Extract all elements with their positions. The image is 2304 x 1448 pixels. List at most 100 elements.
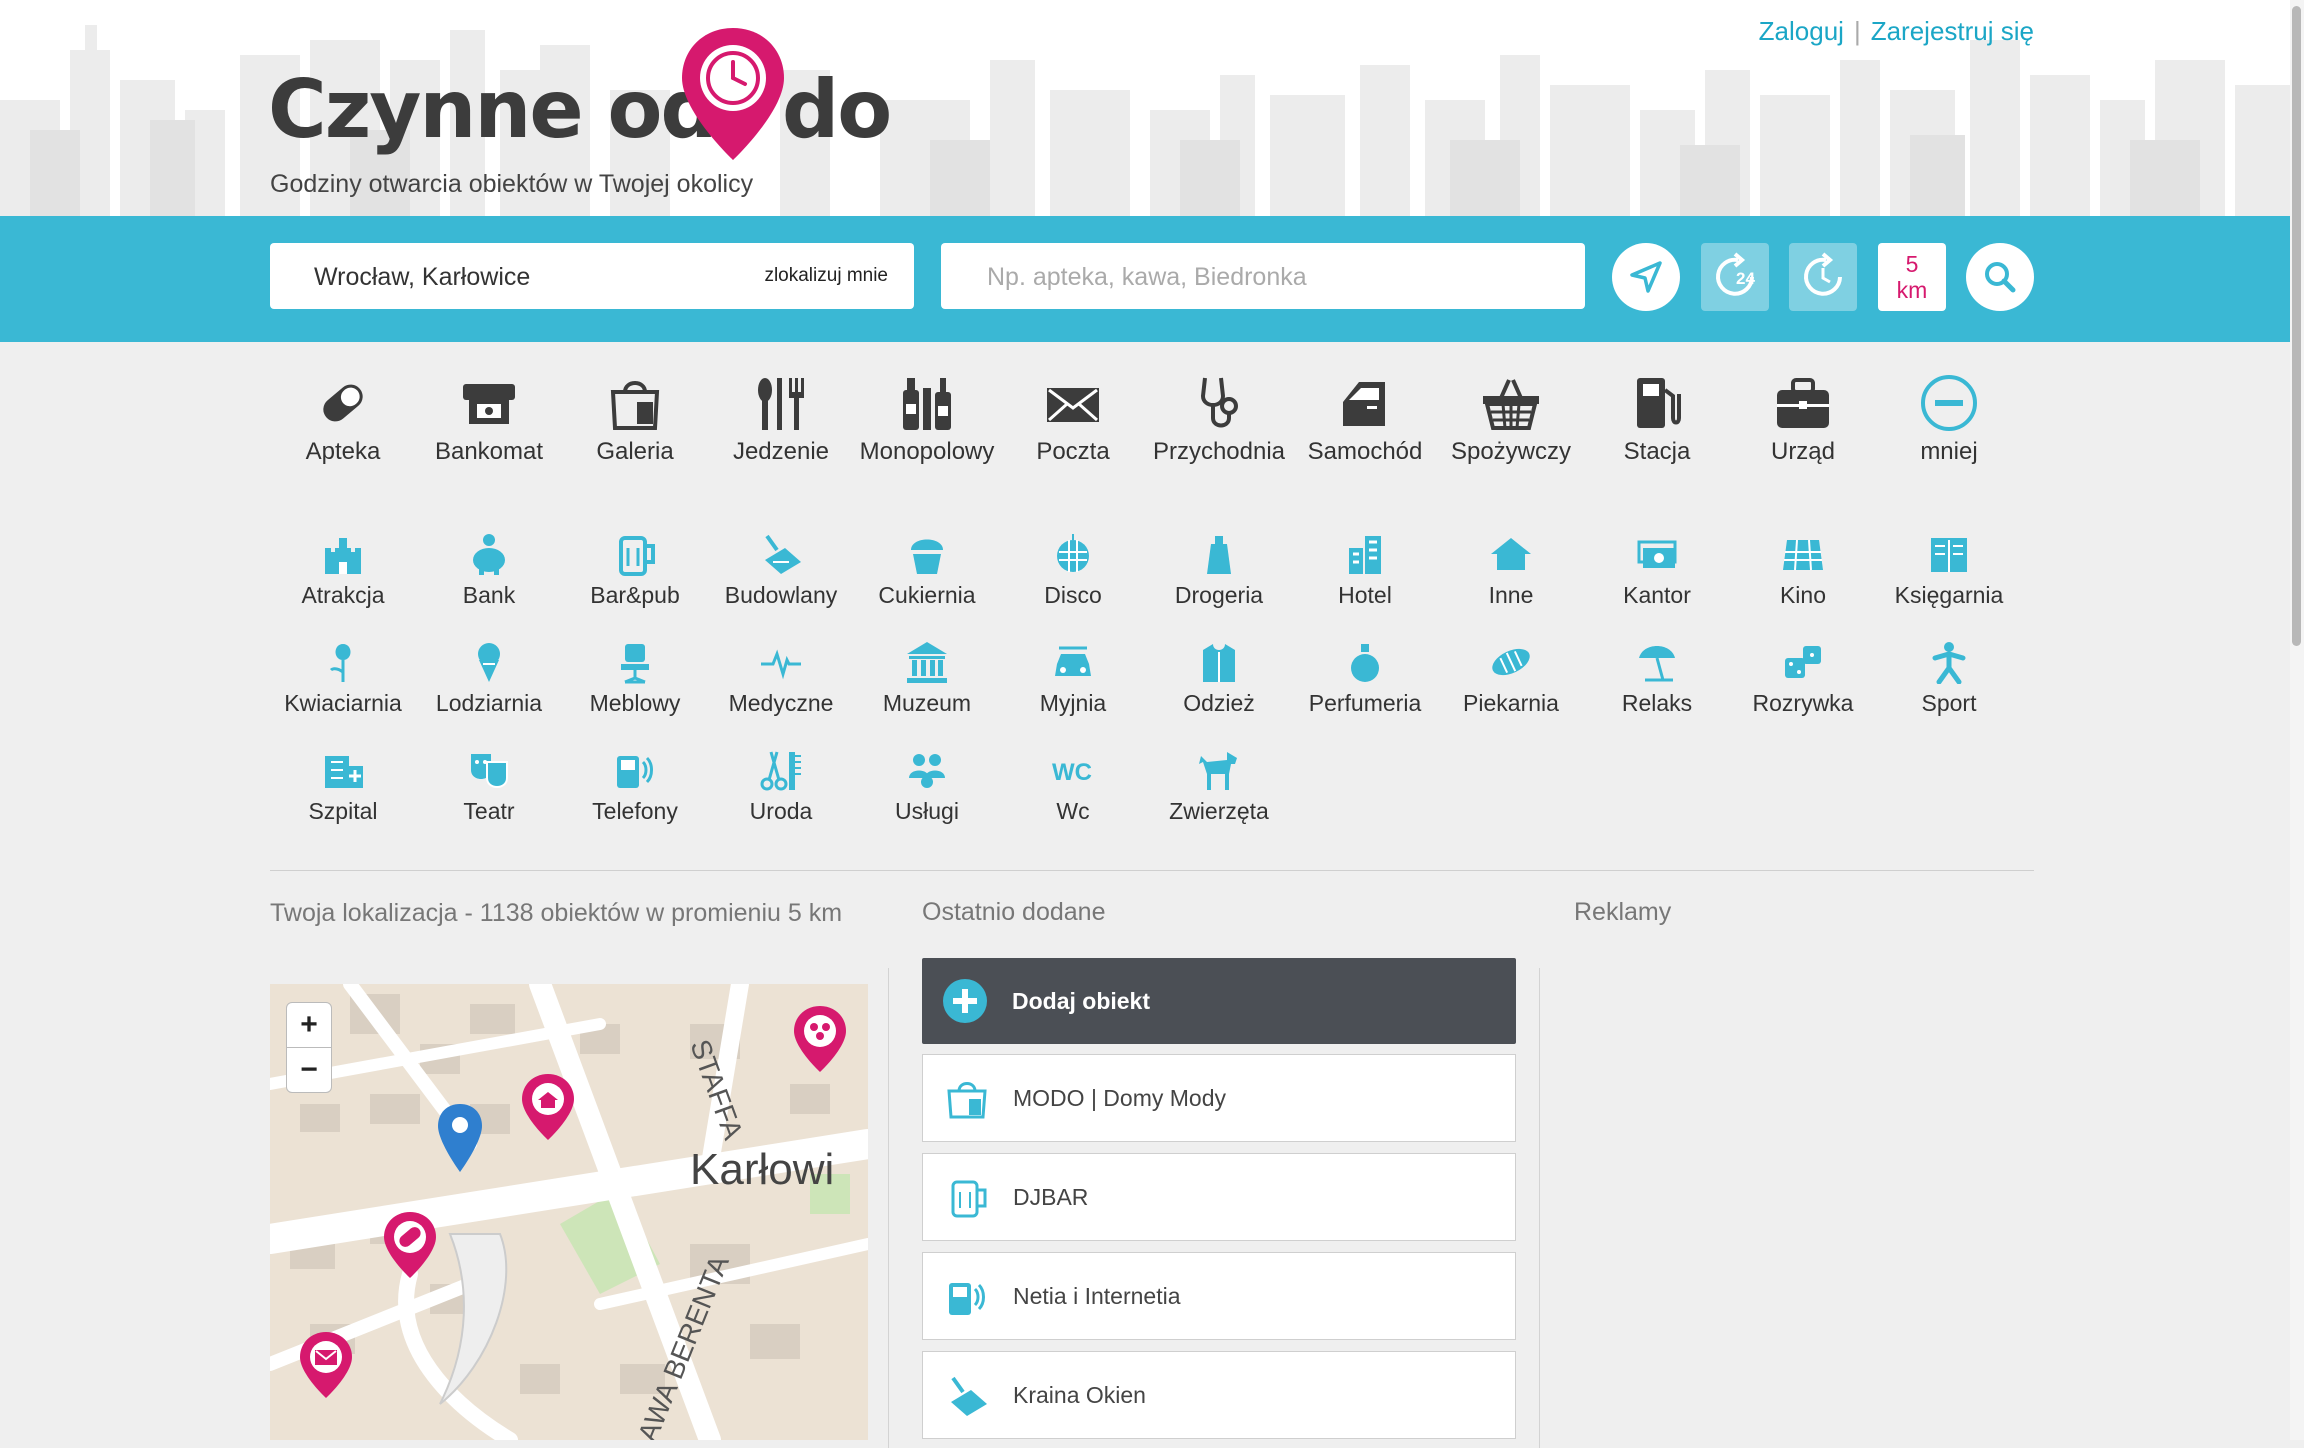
briefcase-icon	[1777, 378, 1829, 428]
category-rozrywka[interactable]: Rozrywka	[1730, 640, 1876, 717]
pill-icon	[323, 384, 363, 422]
list-item-name: DJBAR	[1013, 1184, 1089, 1210]
post-office-marker-pin-icon[interactable]	[298, 1330, 354, 1400]
list-rail-right	[1539, 968, 1540, 1448]
category-kwiaciarnia[interactable]: Kwiaciarnia	[270, 640, 416, 717]
category-kino[interactable]: Kino	[1730, 532, 1876, 609]
book-icon	[1931, 538, 1967, 572]
category-label: Perfumeria	[1308, 690, 1422, 716]
category-wc[interactable]: WC Wc	[1000, 748, 1146, 825]
category-ksiegarnia[interactable]: Księgarnia	[1876, 532, 2022, 609]
list-item-name: Netia i Internetia	[1013, 1283, 1181, 1309]
category-label: Spożywczy	[1450, 438, 1572, 465]
pharmacy-marker-pin-icon[interactable]	[382, 1210, 438, 1280]
scrollbar-thumb[interactable]	[2292, 6, 2301, 646]
category-label: Hotel	[1338, 582, 1392, 608]
zoom-out-button[interactable]: −	[286, 1047, 332, 1093]
dice-icon	[1785, 646, 1821, 678]
category-teatr[interactable]: Teatr	[416, 748, 562, 825]
geolocate-button[interactable]	[1612, 243, 1680, 311]
map-view[interactable]: STAFFA Karłowi AWA BERENTA + −	[270, 984, 868, 1440]
category-disco[interactable]: Disco	[1000, 532, 1146, 609]
category-label: Kino	[1779, 582, 1827, 608]
category-spozywczy[interactable]: Spożywczy	[1438, 374, 1584, 466]
category-label: Meblowy	[589, 690, 681, 716]
list-item[interactable]: MODO | Domy Mody	[922, 1054, 1516, 1142]
open-24h-filter-button[interactable]: 24	[1701, 243, 1769, 311]
category-inne[interactable]: Inne	[1438, 532, 1584, 609]
category-jedzenie[interactable]: Jedzenie	[708, 374, 854, 466]
location-field[interactable]: Wrocław, Karłowice zlokalizuj mnie	[270, 243, 914, 309]
category-label: Lodziarnia	[435, 690, 543, 716]
category-sport[interactable]: Sport	[1876, 640, 2022, 717]
register-link[interactable]: Zarejestruj się	[1871, 16, 2034, 46]
category-uslugi[interactable]: Usługi	[854, 748, 1000, 825]
service-marker-pin-icon[interactable]	[520, 1072, 576, 1142]
search-button[interactable]	[1966, 243, 2034, 311]
zoom-in-button[interactable]: +	[286, 1002, 332, 1048]
current-location-pin-icon[interactable]	[436, 1102, 484, 1174]
show-less-categories-button[interactable]: mniej	[1876, 374, 2022, 466]
category-hotel[interactable]: Hotel	[1292, 532, 1438, 609]
category-przychodnia[interactable]: Przychodnia	[1146, 374, 1292, 466]
search-input[interactable]	[985, 257, 1549, 297]
open-now-filter-button[interactable]	[1789, 243, 1857, 311]
category-drogeria[interactable]: Drogeria	[1146, 532, 1292, 609]
banknotes-icon	[1637, 540, 1677, 568]
category-odziez[interactable]: Odzież	[1146, 640, 1292, 717]
category-urzad[interactable]: Urząd	[1730, 374, 1876, 466]
category-bar-pub[interactable]: Bar&pub	[562, 532, 708, 609]
category-label: Księgarnia	[1894, 582, 2004, 608]
category-galeria[interactable]: Galeria	[562, 374, 708, 466]
add-object-button[interactable]: Dodaj obiekt	[922, 958, 1516, 1044]
location-value[interactable]: Wrocław, Karłowice	[314, 263, 530, 292]
category-telefony[interactable]: Telefony	[562, 748, 708, 825]
query-field[interactable]	[941, 243, 1585, 309]
category-bank[interactable]: Bank	[416, 532, 562, 609]
category-muzeum[interactable]: Muzeum	[854, 640, 1000, 717]
category-label: Bar&pub	[590, 582, 680, 608]
category-perfumeria[interactable]: Perfumeria	[1292, 640, 1438, 717]
category-uroda[interactable]: Uroda	[708, 748, 854, 825]
people-marker-pin-icon[interactable]	[792, 1004, 848, 1074]
category-label: Disco	[1044, 582, 1102, 608]
category-label: Galeria	[596, 438, 674, 465]
category-apteka[interactable]: Apteka	[270, 374, 416, 466]
category-poczta[interactable]: Poczta	[1000, 374, 1146, 466]
category-lodziarnia[interactable]: Lodziarnia	[416, 640, 562, 717]
category-meblowy[interactable]: Meblowy	[562, 640, 708, 717]
clock-24-icon: 24	[1716, 252, 1755, 296]
category-label: Jedzenie	[732, 438, 830, 465]
category-samochod[interactable]: Samochód	[1292, 374, 1438, 466]
category-medyczne[interactable]: Medyczne	[708, 640, 854, 717]
auth-links: Zaloguj | Zarejestruj się	[1759, 16, 2034, 47]
cosmetics-icon	[1207, 536, 1231, 574]
category-zwierzeta[interactable]: Zwierzęta	[1146, 748, 1292, 825]
list-rail-left	[888, 968, 889, 1448]
category-label: Urząd	[1770, 438, 1836, 465]
category-cukiernia[interactable]: Cukiernia	[854, 532, 1000, 609]
site-logo[interactable]: Czynne od do	[268, 70, 892, 150]
category-myjnia[interactable]: Myjnia	[1000, 640, 1146, 717]
login-link[interactable]: Zaloguj	[1759, 16, 1844, 46]
car-wash-icon	[1055, 646, 1091, 676]
wc-icon: WC	[1052, 759, 1092, 786]
category-atrakcja[interactable]: Atrakcja	[270, 532, 416, 609]
radius-selector[interactable]: 5 km	[1878, 243, 1946, 311]
perfume-icon	[1351, 644, 1379, 682]
category-budowlany[interactable]: Budowlany	[708, 532, 854, 609]
category-bankomat[interactable]: Bankomat	[416, 374, 562, 466]
disco-ball-icon	[1057, 534, 1089, 572]
category-stacja[interactable]: Stacja	[1584, 374, 1730, 466]
list-item[interactable]: Netia i Internetia	[922, 1252, 1516, 1340]
category-monopolowy[interactable]: Monopolowy	[854, 374, 1000, 466]
category-relaks[interactable]: Relaks	[1584, 640, 1730, 717]
category-szpital[interactable]: Szpital	[270, 748, 416, 825]
list-item[interactable]: Kraina Okien	[922, 1351, 1516, 1439]
scissors-comb-icon	[760, 751, 801, 791]
list-item[interactable]: DJBAR	[922, 1153, 1516, 1241]
locate-me-link[interactable]: zlokalizuj mnie	[764, 265, 888, 287]
category-piekarnia[interactable]: Piekarnia	[1438, 640, 1584, 717]
category-kantor[interactable]: Kantor	[1584, 532, 1730, 609]
location-heading: Twoja lokalizacja - 1138 obiektów w prom…	[270, 899, 843, 927]
